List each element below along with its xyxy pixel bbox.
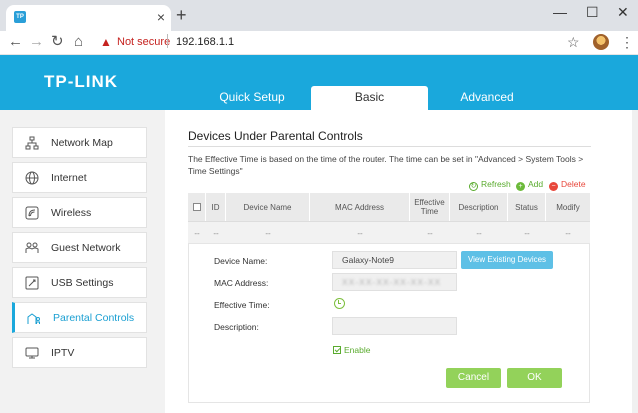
column-header-effective-time: Effective Time — [410, 193, 450, 221]
ok-button[interactable]: OK — [507, 368, 562, 388]
description-label: Description: — [214, 322, 259, 332]
column-header-device-name: Device Name — [226, 193, 310, 221]
sidebar-item-label: USB Settings — [51, 277, 114, 289]
table-cell: -- — [265, 228, 271, 238]
browser-tab[interactable]: TP × — [6, 5, 171, 31]
maximize-icon[interactable]: ☐ — [586, 4, 599, 20]
sidebar-item-label: Network Map — [51, 137, 113, 149]
back-icon[interactable]: ← — [8, 34, 23, 50]
url-separator — [167, 34, 168, 48]
table-cell: -- — [357, 228, 363, 238]
reload-icon[interactable]: ↻ — [51, 34, 64, 50]
minimize-icon[interactable]: — — [553, 4, 567, 20]
tv-icon — [25, 347, 39, 359]
browser-menu-icon[interactable]: ⋮ — [620, 34, 634, 50]
add-button[interactable]: + Add — [516, 178, 543, 191]
column-header-status: Status — [508, 193, 546, 221]
add-icon: + — [516, 182, 525, 191]
page-title: Devices Under Parental Controls — [188, 129, 363, 143]
warning-icon[interactable]: ▲ — [100, 34, 112, 50]
guest-network-icon — [25, 242, 39, 253]
checkbox-check-icon — [333, 346, 341, 354]
table-cell: -- — [427, 228, 433, 238]
sidebar-item-wireless[interactable]: Wireless — [12, 197, 147, 228]
router-header: TP-LINK Quick Setup Basic Advanced — [0, 55, 638, 110]
delete-label: Delete — [561, 179, 586, 189]
device-name-label: Device Name: — [214, 256, 268, 266]
tab-quick-setup[interactable]: Quick Setup — [200, 86, 304, 110]
sidebar-item-label: IPTV — [51, 347, 75, 359]
enable-label: Enable — [344, 345, 371, 355]
forward-icon[interactable]: → — [29, 34, 44, 50]
parental-controls-icon — [27, 313, 40, 324]
tab-basic[interactable]: Basic — [311, 86, 428, 110]
sidebar-item-label: Internet — [51, 172, 87, 184]
sidebar-item-iptv[interactable]: IPTV — [12, 337, 147, 368]
tp-link-favicon-icon: TP — [14, 11, 26, 23]
sidebar-item-network-map[interactable]: Network Map — [12, 127, 147, 158]
tp-link-logo: TP-LINK — [44, 72, 119, 91]
column-header-modify: Modify — [556, 202, 580, 212]
description-text: The Effective Time is based on the time … — [188, 154, 584, 176]
view-existing-devices-button[interactable]: View Existing Devices — [461, 251, 553, 269]
sidebar: Network Map Internet Wireless Guest Netw… — [0, 110, 165, 413]
main-content: Devices Under Parental Controls The Effe… — [165, 110, 638, 413]
table-cell: -- — [565, 228, 571, 238]
column-header-id: ID — [206, 193, 226, 221]
close-window-icon[interactable]: ✕ — [617, 4, 629, 20]
new-tab-icon[interactable]: + — [176, 6, 187, 24]
network-map-icon — [25, 136, 39, 150]
sidebar-item-label: Parental Controls — [53, 312, 135, 324]
refresh-button[interactable]: ↻ Refresh — [469, 178, 511, 191]
table-row: -- -- -- -- -- -- -- -- — [188, 221, 590, 243]
address-bar: ← → ↻ ⌂ ▲ Not secure 192.168.1.1 ☆ ⋮ — [0, 31, 638, 55]
add-device-form: Device Name: Galaxy-Note9 View Existing … — [188, 243, 590, 403]
effective-time-label: Effective Time: — [214, 300, 270, 310]
profile-avatar[interactable] — [593, 34, 609, 50]
sidebar-item-internet[interactable]: Internet — [12, 162, 147, 193]
column-header-mac-address: MAC Address — [310, 193, 410, 221]
delete-button[interactable]: − Delete — [549, 178, 586, 191]
mac-address-input[interactable]: XX-XX-XX-XX-XX-XX — [332, 273, 457, 291]
browser-tab-bar: TP × + — ☐ ✕ — [0, 0, 638, 31]
enable-checkbox[interactable]: Enable — [333, 344, 370, 356]
mac-address-label: MAC Address: — [214, 278, 269, 288]
tab-advanced[interactable]: Advanced — [436, 86, 538, 110]
sidebar-item-guest-network[interactable]: Guest Network — [12, 232, 147, 263]
table-cell: -- — [213, 228, 219, 238]
bookmark-star-icon[interactable]: ☆ — [567, 34, 580, 50]
sidebar-item-label: Guest Network — [51, 242, 121, 254]
sidebar-item-label: Wireless — [51, 207, 92, 219]
select-all-checkbox[interactable] — [192, 203, 201, 211]
select-all-cell[interactable] — [188, 193, 206, 221]
table-header: ID Device Name MAC Address Effective Tim… — [188, 193, 590, 221]
delete-icon: − — [549, 182, 558, 191]
mac-address-value: XX-XX-XX-XX-XX-XX — [342, 277, 442, 287]
refresh-label: Refresh — [481, 179, 511, 189]
usb-icon — [25, 276, 39, 290]
sidebar-item-parental-controls[interactable]: Parental Controls — [12, 302, 147, 333]
description-input[interactable] — [332, 317, 457, 335]
table-cell: -- — [476, 228, 482, 238]
column-header-description: Description — [450, 193, 508, 221]
not-secure-label[interactable]: Not secure — [117, 35, 170, 49]
url-input[interactable]: 192.168.1.1 — [176, 35, 234, 49]
wireless-icon — [25, 206, 39, 220]
home-icon[interactable]: ⌂ — [74, 34, 83, 50]
cancel-button[interactable]: Cancel — [446, 368, 501, 388]
title-divider — [188, 146, 591, 147]
refresh-icon: ↻ — [469, 182, 478, 191]
device-name-input[interactable]: Galaxy-Note9 — [332, 251, 457, 269]
globe-icon — [25, 171, 39, 185]
tab-close-icon[interactable]: × — [157, 9, 165, 25]
clock-icon[interactable] — [334, 298, 345, 309]
page-scrollbar[interactable] — [632, 110, 638, 413]
sidebar-item-usb-settings[interactable]: USB Settings — [12, 267, 147, 298]
table-cell: -- — [194, 228, 200, 238]
add-label: Add — [528, 179, 544, 189]
table-cell: -- — [524, 228, 530, 238]
